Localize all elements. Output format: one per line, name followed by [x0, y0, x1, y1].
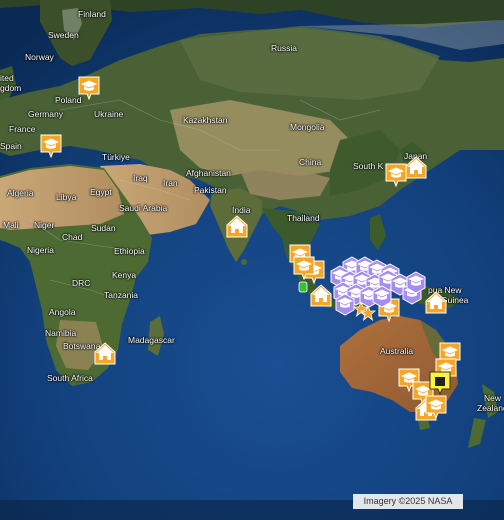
- country-label: Egypt: [90, 187, 112, 197]
- country-label: Madagascar: [128, 335, 175, 345]
- country-label: Libya: [56, 192, 77, 202]
- country-label: Sudan: [91, 223, 116, 233]
- school-marker-purple[interactable]: [334, 293, 356, 322]
- country-label: DRC: [72, 278, 91, 288]
- building-marker-yellow[interactable]: [429, 371, 451, 400]
- country-label: Saudi Arabia: [119, 203, 168, 213]
- country-label: Norway: [25, 52, 54, 62]
- country-label: ited: [0, 73, 14, 83]
- school-marker-purple[interactable]: [405, 271, 427, 300]
- school-marker-orange[interactable]: [385, 163, 407, 192]
- country-label: Pakistan: [194, 185, 227, 195]
- country-label: Angola: [49, 307, 76, 317]
- country-label: Türkiye: [102, 152, 130, 162]
- country-label: Spain: [0, 141, 22, 151]
- country-label: Namibia: [45, 328, 77, 338]
- home-marker-orange[interactable]: [226, 215, 248, 244]
- school-marker-orange[interactable]: [40, 134, 62, 163]
- home-marker-orange[interactable]: [405, 156, 427, 185]
- country-label: Niger: [34, 220, 55, 230]
- country-label: Zealand: [477, 403, 504, 413]
- country-label: New: [484, 393, 502, 403]
- country-label: India: [232, 205, 251, 215]
- country-label: Mongolia: [290, 122, 325, 132]
- country-label: South Africa: [47, 373, 93, 383]
- home-marker-orange[interactable]: [94, 342, 116, 371]
- pin-marker-green[interactable]: [298, 280, 308, 298]
- country-label: China: [299, 157, 322, 167]
- country-label: France: [9, 124, 36, 134]
- country-label: Algeria: [7, 188, 34, 198]
- satellite-basemap: [0, 0, 504, 520]
- country-label: Germany: [28, 109, 63, 119]
- country-label: Kazakhstan: [183, 115, 228, 125]
- home-marker-orange[interactable]: [425, 291, 447, 320]
- country-label: Kenya: [112, 270, 137, 280]
- map-attribution: Imagery ©2025 NASA: [353, 494, 463, 509]
- country-label: Thailand: [287, 213, 320, 223]
- country-label: Tanzania: [104, 290, 139, 300]
- country-label: Ethiopia: [114, 246, 145, 256]
- country-label: Chad: [62, 232, 83, 242]
- country-label: South K: [353, 161, 384, 171]
- country-label: Iran: [163, 178, 178, 188]
- country-label: Finland: [78, 9, 106, 19]
- country-label: Mali: [3, 220, 19, 230]
- country-label: Iraq: [133, 173, 148, 183]
- country-label: Ukraine: [94, 109, 124, 119]
- school-marker-orange[interactable]: [78, 76, 100, 105]
- country-label: Sweden: [48, 30, 79, 40]
- map-view[interactable]: Finland Sweden Norway ited gdom Poland G…: [0, 0, 504, 520]
- country-label: Australia: [380, 346, 414, 356]
- country-label: Nigeria: [27, 245, 54, 255]
- country-label: gdom: [0, 83, 22, 93]
- country-label: Afghanistan: [186, 168, 231, 178]
- country-label: Russia: [271, 43, 297, 53]
